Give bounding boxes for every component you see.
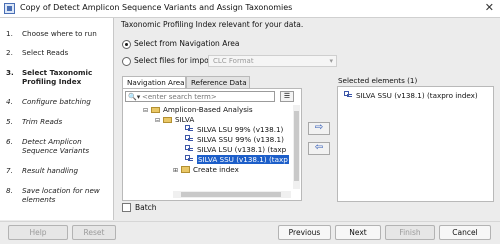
finish-button[interactable]: Finish xyxy=(385,225,435,240)
move-right-button[interactable]: ⇨ xyxy=(308,122,330,135)
filter-menu-icon[interactable]: ☰ xyxy=(280,91,294,102)
search-box: 🔍▾ xyxy=(125,91,275,102)
window-title: Copy of Detect Amplicon Sequence Variant… xyxy=(20,3,293,12)
wizard-steps: 1. Choose where to run 2. Select Reads 3. S… xyxy=(0,18,114,220)
tab-navigation-area[interactable]: Navigation Area xyxy=(122,76,186,88)
cancel-button[interactable]: Cancel xyxy=(439,225,491,240)
expand-icon[interactable]: ⊞ xyxy=(173,166,181,175)
close-icon[interactable]: ✕ xyxy=(485,1,494,14)
tab-reference-data[interactable]: Reference Data xyxy=(186,76,250,88)
radio-navigation-area[interactable] xyxy=(122,40,131,49)
database-icon xyxy=(185,135,194,143)
button-bar: Help Reset Previous Next Finish Cancel xyxy=(0,221,500,244)
horizontal-scrollbar[interactable] xyxy=(173,191,291,198)
tree-item-silva[interactable]: ⊟ SILVA xyxy=(155,115,194,124)
search-icon: 🔍▾ xyxy=(128,93,141,101)
selected-item[interactable]: SILVA SSU (v138.1) (taxpro index) xyxy=(344,91,478,100)
chevron-down-icon: ▾ xyxy=(329,57,333,65)
tree-item-ssu-taxpro[interactable]: SILVA SSU (v138.1) (taxp xyxy=(185,155,289,164)
next-button[interactable]: Next xyxy=(335,225,381,240)
navigation-tree: ⊟ Amplicon-Based Analysis ⊟ SILVA SILVA LS… xyxy=(125,105,291,198)
move-left-button[interactable]: ⇦ xyxy=(308,142,330,155)
format-select[interactable]: CLC Format ▾ xyxy=(208,55,337,67)
previous-button[interactable]: Previous xyxy=(278,225,331,240)
reset-button[interactable]: Reset xyxy=(72,225,116,240)
main-panel: Taxonomic Profiling Index relevant for y… xyxy=(119,18,499,218)
radio-import-label: Select files for import: xyxy=(134,56,218,65)
search-input[interactable] xyxy=(142,92,272,101)
folder-icon xyxy=(163,117,172,123)
app-icon xyxy=(4,3,15,14)
database-icon xyxy=(185,145,194,153)
tree-item-lsu-99[interactable]: SILVA LSU 99% (v138.1) xyxy=(185,125,283,134)
collapse-icon[interactable]: ⊟ xyxy=(155,116,163,125)
instruction-text: Taxonomic Profiling Index relevant for y… xyxy=(121,20,304,29)
database-icon xyxy=(344,91,353,99)
navigation-panel: 🔍▾ ☰ ⊟Amplicon-Based Analysis ⊟SILVA SIL… xyxy=(122,88,302,201)
vertical-scrollbar[interactable] xyxy=(293,105,300,189)
tree-item-amplicon[interactable]: ⊟ Amplicon-Based Analysis xyxy=(143,105,253,114)
vertical-scroll-thumb[interactable] xyxy=(294,111,299,181)
batch-checkbox[interactable] xyxy=(122,203,131,212)
horizontal-scroll-thumb[interactable] xyxy=(181,192,281,197)
radio-import-files[interactable] xyxy=(122,57,131,66)
database-icon xyxy=(185,125,194,133)
tree-item-lsu-taxpro[interactable]: SILVA LSU (v138.1) (taxp xyxy=(185,145,286,154)
folder-icon xyxy=(151,107,160,113)
radio-navigation-label: Select from Navigation Area xyxy=(134,39,240,48)
help-button[interactable]: Help xyxy=(8,225,68,240)
tree-item-ssu-99[interactable]: SILVA SSU 99% (v138.1) xyxy=(185,135,284,144)
batch-label: Batch xyxy=(135,203,157,212)
database-icon xyxy=(185,155,194,163)
selected-elements-list: SILVA SSU (v138.1) (taxpro index) xyxy=(337,86,494,202)
create-index-icon xyxy=(181,166,190,173)
title-bar: Copy of Detect Amplicon Sequence Variant… xyxy=(0,0,500,18)
selected-elements-title: Selected elements (1) xyxy=(338,76,418,85)
collapse-icon[interactable]: ⊟ xyxy=(143,106,151,115)
tree-item-create-index[interactable]: ⊞ Create index xyxy=(173,165,239,174)
